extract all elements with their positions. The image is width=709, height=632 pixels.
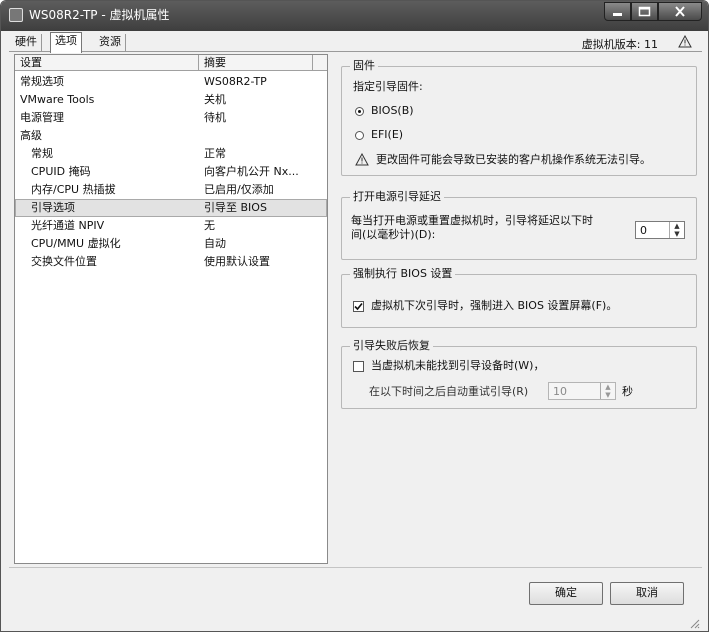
- list-header: 设置 摘要: [15, 55, 327, 71]
- efi-radio[interactable]: [355, 131, 364, 140]
- row-name: 内存/CPU 热插拔: [31, 183, 116, 196]
- warning-icon: [355, 153, 369, 166]
- row-value: 待机: [204, 111, 226, 124]
- row-name: CPUID 掩码: [31, 165, 91, 178]
- boot-delay-group-title: 打开电源引导延迟: [350, 190, 444, 204]
- row-value: 引导至 BIOS: [204, 201, 267, 214]
- efi-radio-label[interactable]: EFI(E): [371, 128, 403, 142]
- row-value: 自动: [204, 237, 226, 250]
- settings-list: 设置 摘要 常规选项 WS08R2-TP VMware Tools 关机 电源管…: [14, 54, 328, 564]
- boot-delay-desc-line2: 间(以毫秒计)(D):: [351, 228, 436, 241]
- window-controls: [604, 2, 702, 21]
- list-item-advanced[interactable]: 高级: [15, 127, 327, 145]
- warning-icon: [678, 35, 692, 48]
- app-icon: [9, 8, 23, 22]
- checkmark-icon: [354, 302, 363, 311]
- retry-label: 在以下时间之后自动重试引导(R): [369, 385, 529, 398]
- list-item-swapfile-location[interactable]: 交换文件位置 使用默认设置: [15, 253, 327, 271]
- tab-options[interactable]: 选项: [50, 32, 82, 53]
- row-name: 常规选项: [20, 75, 64, 88]
- window-title: WS08R2-TP - 虚拟机属性: [29, 8, 170, 22]
- list-item-fibre-channel-npiv[interactable]: 光纤通道 NPIV 无: [15, 217, 327, 235]
- row-value: WS08R2-TP: [204, 75, 267, 88]
- row-value: 向客户机公开 Nx...: [204, 165, 299, 178]
- boot-delay-group: 打开电源引导延迟 每当打开电源或重置虚拟机时，引导将延迟以下时 间(以毫秒计)(…: [341, 190, 697, 260]
- close-icon: [675, 6, 685, 17]
- tab-hardware[interactable]: 硬件: [11, 34, 42, 52]
- ok-button[interactable]: 确定: [529, 582, 603, 605]
- row-name: VMware Tools: [20, 93, 95, 106]
- boot-recovery-group: 引导失败后恢复 当虚拟机未能找到引导设备时(W)， 在以下时间之后自动重试引导(…: [341, 339, 697, 409]
- boot-recovery-checkbox[interactable]: [353, 361, 364, 372]
- row-name: 引导选项: [31, 201, 75, 214]
- force-bios-label[interactable]: 虚拟机下次引导时，强制进入 BIOS 设置屏幕(F)。: [371, 299, 617, 313]
- stepper-arrows-icon[interactable]: ▲ ▼: [669, 222, 684, 238]
- force-bios-group: 强制执行 BIOS 设置 虚拟机下次引导时，强制进入 BIOS 设置屏幕(F)。: [341, 267, 697, 328]
- row-name: 交换文件位置: [31, 255, 97, 268]
- firmware-prompt: 指定引导固件:: [353, 80, 423, 93]
- force-bios-checkbox[interactable]: [353, 301, 364, 312]
- dialog-button-bar: 确定 取消: [9, 567, 702, 631]
- list-item-power-management[interactable]: 电源管理 待机: [15, 109, 327, 127]
- firmware-group: 固件 指定引导固件: BIOS(B) EFI(E) 更改固件可能会导致已安装的客…: [341, 59, 697, 176]
- close-button[interactable]: [658, 2, 702, 21]
- boot-recovery-label[interactable]: 当虚拟机未能找到引导设备时(W)，: [371, 359, 544, 373]
- minimize-button[interactable]: [604, 2, 631, 21]
- retry-unit: 秒: [622, 385, 633, 398]
- list-item-cpuid-mask[interactable]: CPUID 掩码 向客户机公开 Nx...: [15, 163, 327, 181]
- maximize-icon: [638, 6, 651, 17]
- options-pane: 固件 指定引导固件: BIOS(B) EFI(E) 更改固件可能会导致已安装的客…: [329, 54, 702, 564]
- list-item-boot-options[interactable]: 引导选项 引导至 BIOS: [15, 199, 327, 217]
- row-name: 常规: [31, 147, 53, 160]
- boot-delay-value: 0: [640, 224, 647, 237]
- row-value: 已启用/仅添加: [204, 183, 274, 196]
- row-value: 关机: [204, 93, 226, 106]
- list-item-cpu-mmu-virtualization[interactable]: CPU/MMU 虚拟化 自动: [15, 235, 327, 253]
- retry-delay-stepper[interactable]: 10 ▲ ▼: [548, 382, 616, 400]
- firmware-warning: 更改固件可能会导致已安装的客户机操作系统无法引导。: [376, 153, 651, 166]
- row-name: CPU/MMU 虚拟化: [31, 237, 121, 250]
- stepper-arrows-icon[interactable]: ▲ ▼: [600, 383, 615, 399]
- title-bar[interactable]: WS08R2-TP - 虚拟机属性: [1, 1, 708, 31]
- tab-resources[interactable]: 资源: [95, 34, 126, 52]
- row-name: 光纤通道 NPIV: [31, 219, 105, 232]
- header-summary[interactable]: 摘要: [199, 55, 313, 71]
- row-name: 高级: [20, 129, 42, 142]
- bios-radio-label[interactable]: BIOS(B): [371, 104, 414, 118]
- boot-delay-stepper[interactable]: 0 ▲ ▼: [635, 221, 685, 239]
- list-item-vmware-tools[interactable]: VMware Tools 关机: [15, 91, 327, 109]
- list-item-general[interactable]: 常规选项 WS08R2-TP: [15, 73, 327, 91]
- list-item-advanced-general[interactable]: 常规 正常: [15, 145, 327, 163]
- row-value: 使用默认设置: [204, 255, 270, 268]
- force-bios-group-title: 强制执行 BIOS 设置: [350, 267, 456, 281]
- firmware-group-title: 固件: [350, 59, 378, 73]
- tab-bar: 硬件 选项 资源 虚拟机版本: 11: [9, 32, 702, 53]
- retry-delay-value: 10: [553, 385, 567, 398]
- vm-version: 虚拟机版本: 11: [581, 38, 658, 51]
- dialog-window: WS08R2-TP - 虚拟机属性 硬件 选项 资源 虚拟机版本: 11 设置 …: [0, 0, 709, 632]
- minimize-icon: [613, 13, 622, 16]
- row-value: 无: [204, 219, 215, 232]
- cancel-button[interactable]: 取消: [610, 582, 684, 605]
- list-item-memory-cpu-hotplug[interactable]: 内存/CPU 热插拔 已启用/仅添加: [15, 181, 327, 199]
- bios-radio[interactable]: [355, 107, 364, 116]
- row-name: 电源管理: [20, 111, 64, 124]
- boot-delay-desc-line1: 每当打开电源或重置虚拟机时，引导将延迟以下时: [351, 214, 593, 227]
- boot-recovery-group-title: 引导失败后恢复: [350, 339, 433, 353]
- header-setting[interactable]: 设置: [15, 55, 199, 71]
- resize-grip-icon[interactable]: [688, 617, 700, 629]
- row-value: 正常: [204, 147, 226, 160]
- maximize-button[interactable]: [631, 2, 658, 21]
